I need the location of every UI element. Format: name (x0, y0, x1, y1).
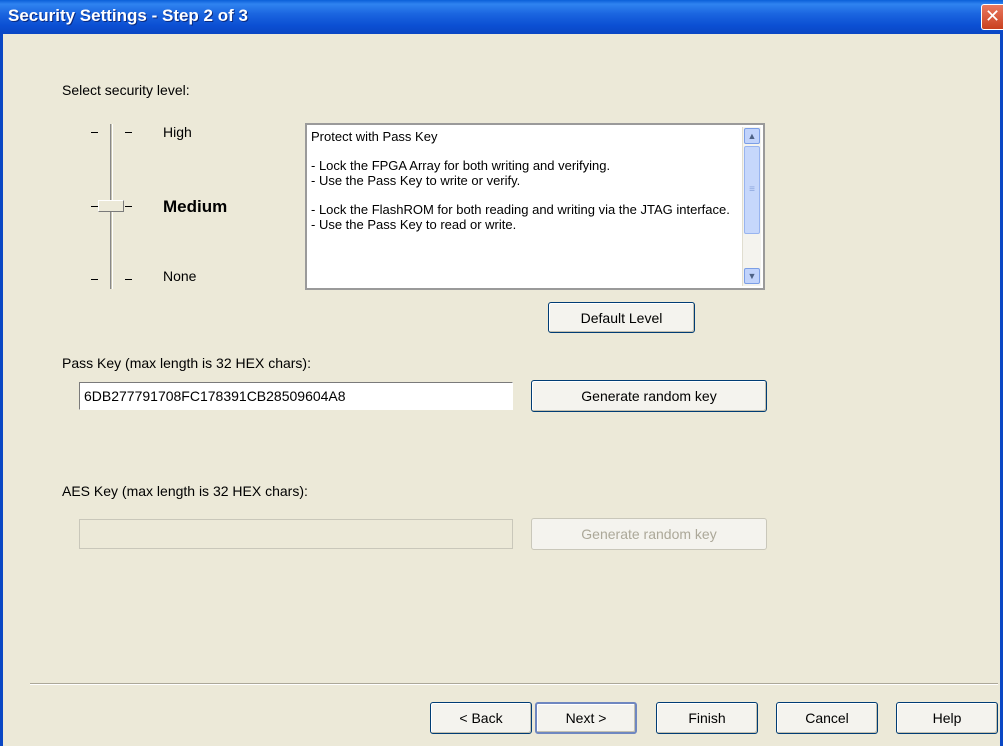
slider-tick (125, 206, 132, 207)
generate-pass-key-button[interactable]: Generate random key (531, 380, 767, 412)
scroll-thumb[interactable]: ≡ (744, 146, 760, 234)
description-line: - Use the Pass Key to write or verify. (311, 173, 521, 188)
description-line: Protect with Pass Key (311, 129, 438, 144)
window-title: Security Settings - Step 2 of 3 (8, 6, 248, 25)
select-security-label: Select security level: (62, 82, 190, 98)
pass-key-label: Pass Key (max length is 32 HEX chars): (62, 355, 311, 371)
back-button[interactable]: < Back (430, 702, 532, 734)
level-description-text: Protect with Pass Key - Lock the FPGA Ar… (311, 129, 736, 232)
slider-tick (125, 279, 132, 280)
slider-tick (91, 279, 98, 280)
help-button[interactable]: Help (896, 702, 998, 734)
aes-key-label: AES Key (max length is 32 HEX chars): (62, 483, 308, 499)
title-bar: Security Settings - Step 2 of 3 ✕ (0, 0, 1003, 34)
slider-thumb[interactable] (98, 200, 124, 212)
slider-tick (125, 132, 132, 133)
level-medium-label: Medium (163, 197, 228, 216)
slider-tick (91, 132, 98, 133)
level-none-label: None (163, 268, 197, 284)
default-level-button[interactable]: Default Level (548, 302, 695, 333)
close-button[interactable]: ✕ (981, 4, 1003, 30)
generate-aes-key-button[interactable]: Generate random key (531, 518, 767, 550)
description-line: - Lock the FlashROM for both reading and… (311, 202, 730, 217)
close-icon: ✕ (984, 6, 1001, 26)
next-button[interactable]: Next > (535, 702, 637, 734)
grip-icon: ≡ (749, 184, 755, 195)
finish-button[interactable]: Finish (656, 702, 758, 734)
chevron-down-icon: ▼ (747, 271, 757, 281)
chevron-up-icon: ▲ (747, 131, 757, 141)
description-line: - Lock the FPGA Array for both writing a… (311, 158, 611, 173)
footer-separator (30, 683, 998, 685)
pass-key-input[interactable] (79, 382, 513, 410)
window-frame-left (0, 34, 3, 746)
scroll-up-button[interactable]: ▲ (744, 128, 760, 144)
level-high-label: High (163, 124, 192, 140)
description-scrollbar[interactable]: ▲ ≡ ▼ (742, 127, 761, 286)
scroll-down-button[interactable]: ▼ (744, 268, 760, 284)
description-line: - Use the Pass Key to read or write. (311, 217, 517, 232)
cancel-button[interactable]: Cancel (776, 702, 878, 734)
slider-tick (91, 206, 98, 207)
level-description-box[interactable]: Protect with Pass Key - Lock the FPGA Ar… (305, 123, 765, 290)
aes-key-input[interactable] (79, 519, 513, 549)
